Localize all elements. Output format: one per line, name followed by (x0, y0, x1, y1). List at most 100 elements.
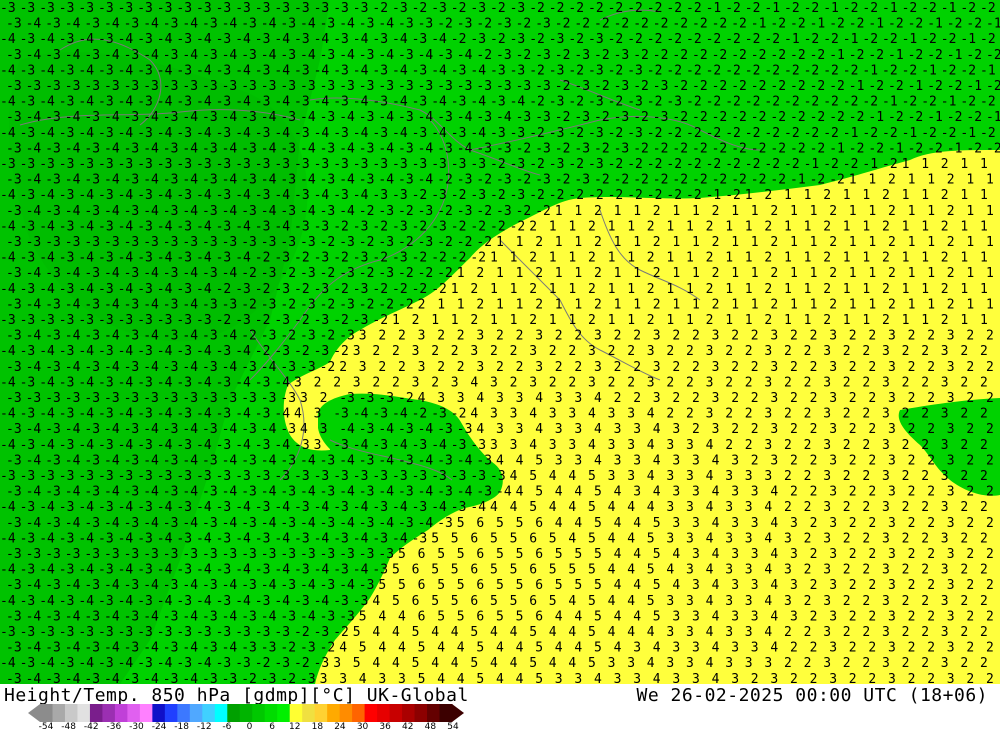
temperature-value: -2 (770, 173, 786, 188)
temperature-value: -2 (372, 282, 388, 297)
temperature-value: -3 (398, 110, 414, 125)
temperature-value: 2 (980, 656, 988, 671)
temperature-value: 3 (574, 672, 582, 684)
temperature-value: 1 (902, 188, 910, 203)
temperature-value: 3 (686, 594, 694, 609)
temperature-value: -2 (398, 266, 414, 281)
temperature-value: -4 (314, 188, 330, 203)
temperature-value: -4 (39, 563, 55, 578)
temperature-value: -3 (516, 79, 532, 94)
temperature-value: 4 (706, 563, 714, 578)
temperature-value: -2 (333, 344, 349, 359)
temperature-value: 4 (594, 672, 602, 684)
temperature-value: -4 (196, 95, 212, 110)
temperature-value: -3 (353, 282, 369, 297)
temperature-value: 2 (868, 485, 876, 500)
temperature-value: -4 (104, 48, 120, 63)
temperature-value: -3 (333, 63, 349, 78)
temperature-value: -4 (235, 531, 251, 546)
temperature-value: -4 (235, 126, 251, 141)
temperature-value: -2 (320, 641, 336, 656)
temperature-value: -4 (157, 344, 173, 359)
temperature-value: 4 (608, 531, 616, 546)
temperature-value: 3 (823, 438, 831, 453)
temperature-value: -3 (241, 391, 257, 406)
temperature-value: -3 (98, 1, 114, 16)
temperature-value: 2 (692, 360, 700, 375)
temperature-value: -3 (65, 79, 81, 94)
temperature-value: 2 (927, 485, 935, 500)
temperature-value: -4 (378, 422, 394, 437)
temperature-value: -3 (196, 625, 212, 640)
temperature-value: 1 (960, 251, 968, 266)
temperature-value: -4 (182, 48, 198, 63)
temperature-value: -3 (176, 219, 192, 234)
temperature-value: -3 (124, 235, 140, 250)
temperature-value: -3 (280, 17, 296, 32)
temperature-value: 4 (431, 625, 439, 640)
temperature-value: -4 (300, 48, 316, 63)
temperature-value: 4 (574, 485, 582, 500)
temperature-value: -3 (549, 63, 565, 78)
temperature-value: 1 (790, 266, 798, 281)
legend-tick-label: 48 (424, 722, 437, 732)
temperature-value: 5 (496, 547, 504, 562)
temperature-value: -4 (78, 500, 94, 515)
temperature-value: -4 (261, 609, 277, 624)
temperature-value: 2 (966, 547, 974, 562)
legend-tick-label: -12 (196, 722, 212, 732)
temperature-value: -4 (353, 32, 369, 47)
temperature-value: 3 (829, 547, 837, 562)
temperature-value: 2 (653, 266, 661, 281)
temperature-value: 3 (633, 422, 641, 437)
temperature-value: 1 (745, 313, 753, 328)
temperature-value: -3 (20, 656, 36, 671)
temperature-value: -3 (437, 110, 453, 125)
temperature-value: -3 (163, 141, 179, 156)
temperature-value: 2 (784, 407, 792, 422)
temperature-value: -2 (627, 1, 643, 16)
temperature-value: -4 (143, 173, 159, 188)
temperature-value: -3 (241, 485, 257, 500)
temperature-value: 2 (966, 485, 974, 500)
temperature-value: -2 (574, 17, 590, 32)
temperature-value: 2 (947, 204, 955, 219)
temperature-value: -3 (98, 188, 114, 203)
temperature-value: 2 (712, 204, 720, 219)
legend-tick-label: 54 (447, 722, 459, 732)
temperature-value: -2 (849, 141, 865, 156)
temperature-value: 1 (843, 188, 851, 203)
temperature-value: -3 (137, 63, 153, 78)
temperature-value: -2 (372, 1, 388, 16)
temperature-value: 3 (947, 329, 955, 344)
temperature-value: 2 (692, 391, 700, 406)
temperature-value: -1 (706, 1, 722, 16)
temperature-value: -3 (216, 188, 232, 203)
temperature-value: -4 (182, 329, 198, 344)
temperature-value: -4 (235, 219, 251, 234)
temperature-value: -3 (20, 219, 36, 234)
temperature-value: 4 (496, 641, 504, 656)
temperature-value: -2 (320, 266, 336, 281)
temperature-value: -2 (843, 157, 859, 172)
temperature-value: -3 (20, 469, 36, 484)
temperature-value: -3 (6, 453, 22, 468)
temperature-value: -4 (196, 563, 212, 578)
temperature-value: 1 (574, 204, 582, 219)
temperature-value: 2 (810, 516, 818, 531)
temperature-value: -2 (653, 141, 669, 156)
temperature-value: -3 (320, 110, 336, 125)
temperature-value: -3 (294, 594, 310, 609)
temperature-value: -3 (457, 173, 473, 188)
map-title: Height/Temp. 850 hPa [gdmp][°C] UK-Globa… (4, 685, 469, 706)
temperature-value: -1 (966, 79, 982, 94)
temperature-value: -2 (320, 297, 336, 312)
legend-swatch (414, 704, 428, 722)
temperature-value: -3 (412, 438, 428, 453)
temperature-value: -4 (104, 173, 120, 188)
temperature-value: -4 (196, 375, 212, 390)
temperature-value: 1 (849, 204, 857, 219)
temperature-value: -3 (574, 48, 590, 63)
temperature-value: -3 (339, 391, 355, 406)
temperature-value: 3 (294, 375, 302, 390)
